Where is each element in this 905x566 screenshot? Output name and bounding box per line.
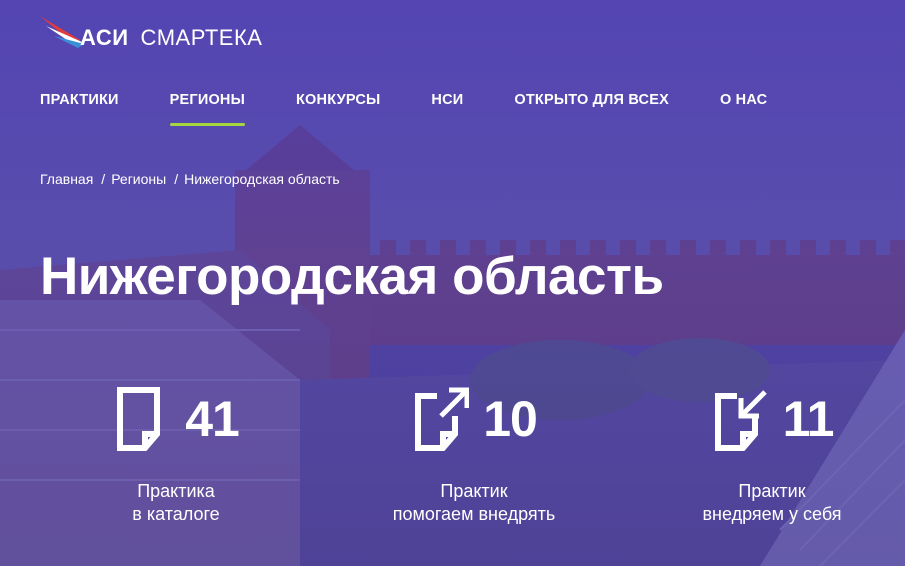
stat-implementing: 11 Практик внедряем у себя: [642, 376, 902, 526]
stat-value: 41: [185, 391, 240, 447]
breadcrumb-current: Нижегородская область: [184, 171, 340, 187]
nav-item-open-for-all[interactable]: ОТКРЫТО ДЛЯ ВСЕХ: [514, 90, 669, 130]
document-icon: [117, 387, 161, 451]
stat-catalog: 41 Практика в каталоге: [46, 376, 306, 526]
stat-label: Практик помогаем внедрять: [344, 480, 604, 526]
stat-label-line: внедряем у себя: [702, 504, 842, 524]
nav-item-about[interactable]: О НАС: [720, 90, 767, 130]
logo-product-text: СМАРТЕКА: [140, 25, 263, 50]
breadcrumb-separator: /: [101, 171, 106, 187]
breadcrumb: Главная / Регионы / Нижегородская област…: [40, 171, 340, 187]
stat-value: 10: [483, 391, 538, 447]
logo-brand-text: АСИ: [80, 25, 129, 50]
document-export-icon: [415, 387, 470, 451]
nav-item-contests[interactable]: КОНКУРСЫ: [296, 90, 380, 130]
stat-label-line: Практик: [738, 481, 806, 501]
nav-item-nsi[interactable]: НСИ: [431, 90, 463, 130]
nav-item-regions[interactable]: РЕГИОНЫ: [169, 90, 246, 130]
stat-label-line: в каталоге: [132, 504, 220, 524]
breadcrumb-separator: /: [174, 171, 179, 187]
stat-label-line: Практика: [137, 481, 215, 501]
stat-label-line: помогаем внедрять: [392, 504, 556, 524]
nav-item-practices[interactable]: ПРАКТИКИ: [40, 90, 119, 130]
stat-label-line: Практик: [440, 481, 508, 501]
breadcrumb-regions[interactable]: Регионы: [111, 171, 166, 187]
stat-label: Практика в каталоге: [46, 480, 306, 526]
document-import-icon: [714, 390, 767, 451]
stat-value: 11: [782, 391, 835, 447]
main-nav: ПРАКТИКИ РЕГИОНЫ КОНКУРСЫ НСИ ОТКРЫТО ДЛ…: [40, 90, 818, 130]
stat-label: Практик внедряем у себя: [642, 480, 902, 526]
breadcrumb-home[interactable]: Главная: [40, 171, 93, 187]
stat-helping: 10 Практик помогаем внедрять: [344, 376, 604, 526]
site-logo[interactable]: АСИ СМАРТЕКА: [40, 12, 262, 52]
page-title: Нижегородская область: [40, 246, 664, 306]
